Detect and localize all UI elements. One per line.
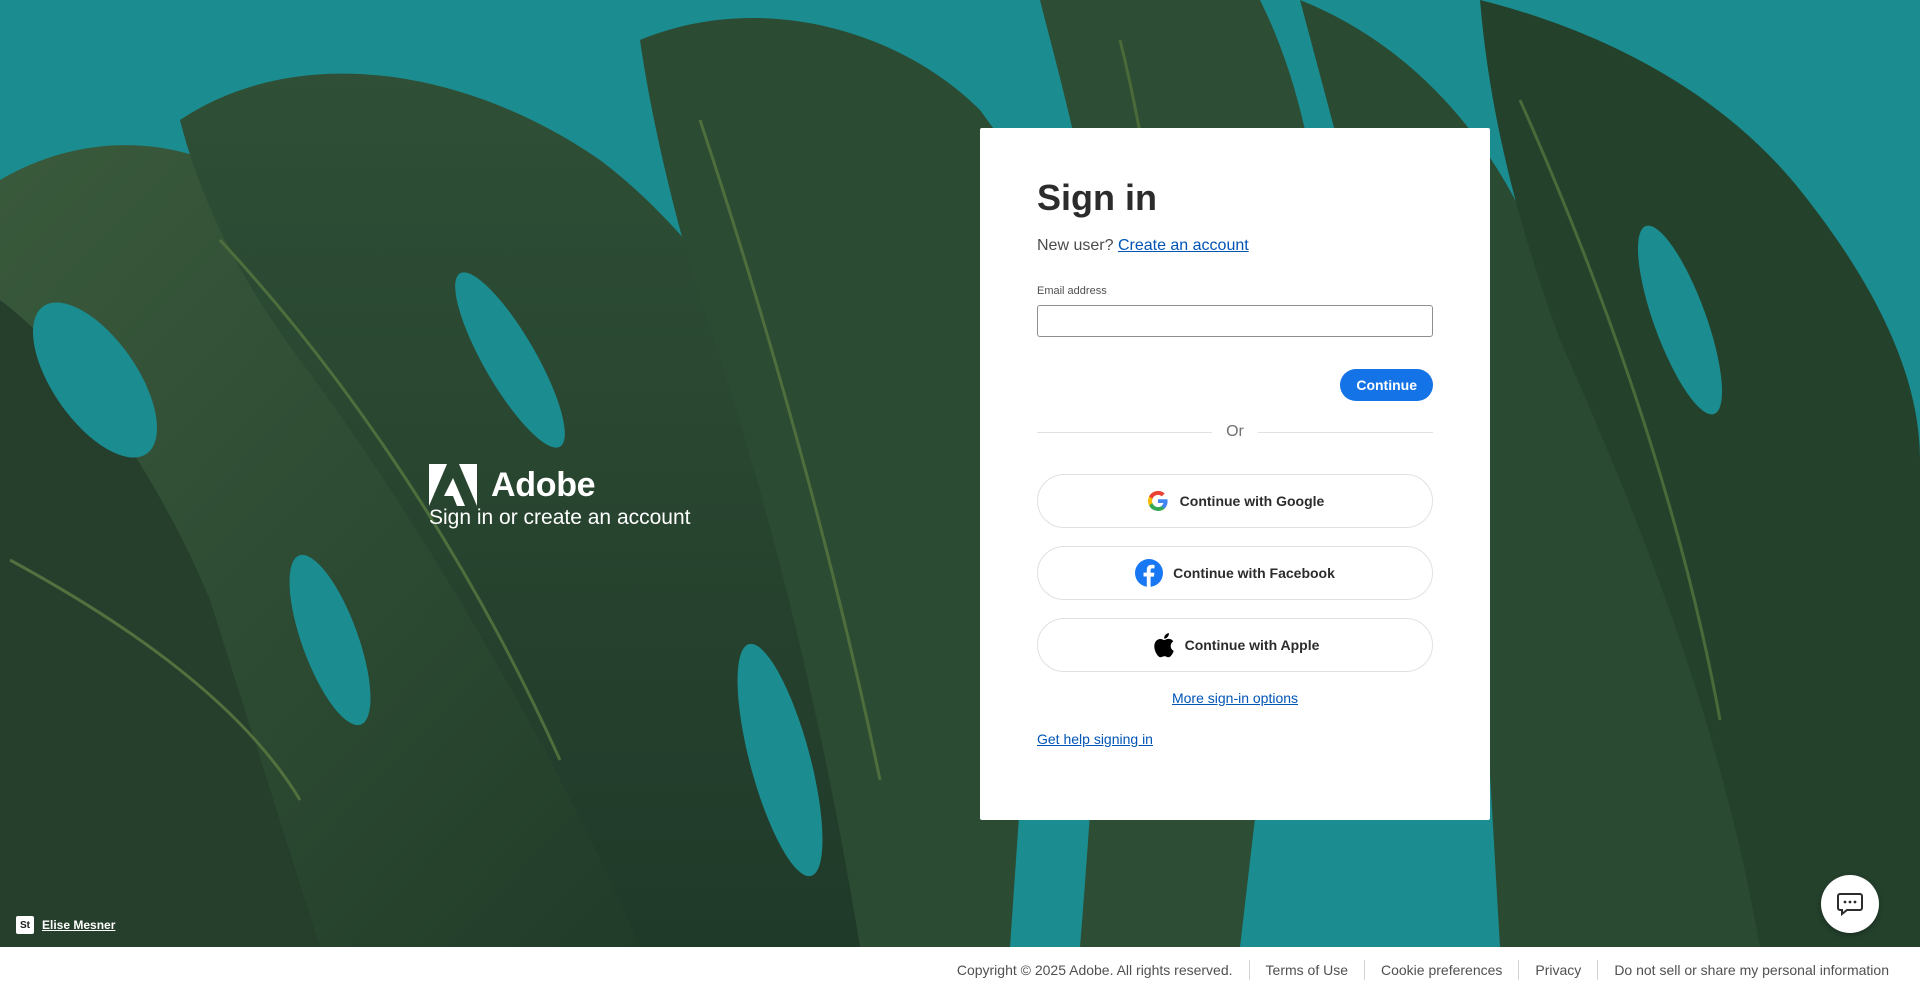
facebook-icon — [1135, 559, 1164, 587]
divider-text: Or — [1226, 423, 1244, 440]
continue-with-google-button[interactable]: Continue with Google — [1037, 474, 1433, 528]
email-label: Email address — [1037, 285, 1107, 297]
chat-bubble-icon — [1837, 893, 1863, 916]
divider-line — [1257, 431, 1433, 433]
terms-of-use-link[interactable]: Terms of Use — [1266, 962, 1348, 978]
photo-credit: St Elise Mesner — [16, 916, 115, 934]
create-account-link[interactable]: Create an account — [1118, 237, 1249, 254]
adobe-stock-icon: St — [16, 916, 34, 934]
adobe-logo-icon — [429, 464, 477, 506]
footer: Copyright © 2025 Adobe. All rights reser… — [0, 947, 1920, 993]
email-field[interactable] — [1037, 305, 1433, 337]
more-signin-options-link[interactable]: More sign-in options — [1172, 690, 1298, 706]
copyright-text: Copyright © 2025 Adobe. All rights reser… — [956, 962, 1233, 978]
background-photo — [0, 0, 1920, 947]
google-icon — [1147, 490, 1168, 512]
monstera-leaves — [0, 0, 1920, 947]
new-user-text: New user? — [1037, 237, 1114, 254]
cookie-preferences-link[interactable]: Cookie preferences — [1381, 962, 1502, 978]
continue-with-apple-button[interactable]: Continue with Apple — [1037, 618, 1433, 672]
or-divider: Or — [1037, 423, 1433, 441]
get-help-link[interactable]: Get help signing in — [1037, 731, 1153, 747]
privacy-link[interactable]: Privacy — [1535, 962, 1581, 978]
page-title: Sign in — [1037, 177, 1157, 218]
signin-card: Sign in New user? Create an account Emai… — [980, 128, 1490, 820]
continue-with-facebook-button[interactable]: Continue with Facebook — [1037, 546, 1433, 600]
chat-button[interactable] — [1821, 875, 1879, 933]
photo-author-link[interactable]: Elise Mesner — [42, 918, 115, 932]
google-button-label: Continue with Google — [1179, 493, 1325, 509]
do-not-sell-link[interactable]: Do not sell or share my personal informa… — [1614, 962, 1889, 978]
brand-tagline: Sign in or create an account — [429, 506, 691, 529]
continue-button[interactable]: Continue — [1340, 369, 1433, 401]
apple-icon — [1153, 633, 1174, 658]
brand-block: Adobe Sign in or create an account — [429, 464, 691, 530]
facebook-button-label: Continue with Facebook — [1173, 565, 1335, 581]
new-user-row: New user? Create an account — [1037, 237, 1433, 255]
divider-line — [1037, 431, 1213, 433]
brand-name: Adobe — [491, 465, 596, 504]
apple-button-label: Continue with Apple — [1184, 637, 1320, 653]
